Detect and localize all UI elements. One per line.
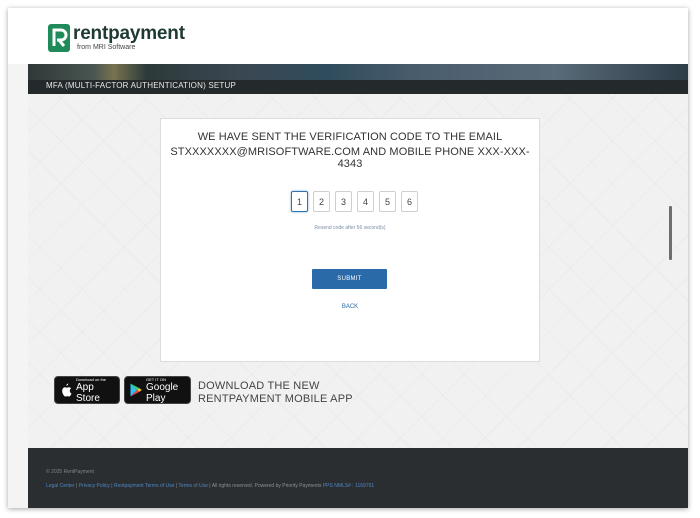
download-app-text: DOWNLOAD THE NEW RENTPAYMENT MOBILE APP [198,380,353,406]
rights-text: All rights reserved. Powered by Priority… [211,483,322,489]
privacy-policy-link[interactable]: Privacy Policy [79,483,110,489]
verification-message-line1: WE HAVE SENT THE VERIFICATION CODE TO TH… [197,131,503,143]
site-footer: © 2025 RentPayment Legal Center | Privac… [28,448,688,508]
otp-digit-3[interactable] [335,191,352,212]
scrollbar-thumb[interactable] [669,206,672,260]
otp-digit-1[interactable] [291,191,308,212]
google-play-icon [130,383,142,397]
brand-name: rentpayment [73,23,185,44]
rentpayment-logo-icon [48,24,70,52]
google-play-big-label: Google Play [146,381,179,404]
main-content: WE HAVE SENT THE VERIFICATION CODE TO TH… [28,94,688,448]
browser-frame: rentpayment from MRI Software MFA (MULTI… [8,8,688,508]
submit-button[interactable]: SUBMIT [312,269,387,289]
copyright-text: © 2025 RentPayment [46,469,94,475]
otp-digit-2[interactable] [313,191,330,212]
google-play-text: GET IT ON Google Play [146,377,190,404]
app-store-text: Download on the App Store [76,377,119,404]
legal-center-link[interactable]: Legal Center [46,483,75,489]
rentpayment-terms-link[interactable]: Rentpayment Terms of Use [114,483,175,489]
resend-timer-text: Resend code after 56 second(s) [314,225,386,231]
logo-text: rentpayment from MRI Software [73,24,185,51]
otp-digit-4[interactable] [357,191,374,212]
download-app-line1: DOWNLOAD THE NEW [198,380,320,392]
otp-input-group [291,191,423,212]
download-app-line2: RENTPAYMENT MOBILE APP [198,393,353,405]
terms-of-use-link[interactable]: Terms of Use [178,483,207,489]
back-link[interactable]: BACK [161,304,539,310]
app-store-big-label: App Store [76,381,100,404]
site-header: rentpayment from MRI Software [8,8,688,64]
brand-subtitle: from MRI Software [77,44,136,51]
google-play-badge[interactable]: GET IT ON Google Play [124,376,191,404]
rentpayment-logo[interactable]: rentpayment from MRI Software [48,24,185,52]
page-title-bar: MFA (MULTI-FACTOR AUTHENTICATION) SETUP [28,80,688,94]
apple-icon [62,383,72,397]
footer-links: Legal Center | Privacy Policy | Rentpaym… [46,483,374,489]
verification-card: WE HAVE SENT THE VERIFICATION CODE TO TH… [160,118,540,362]
verification-message-line2: STXXXXXXX@MRISOFTWARE.COM AND MOBILE PHO… [170,146,530,170]
page-title: MFA (MULTI-FACTOR AUTHENTICATION) SETUP [46,81,237,90]
app-store-badge[interactable]: Download on the App Store [54,376,120,404]
otp-digit-6[interactable] [401,191,418,212]
pps-nmls-link[interactable]: PPS NMLS# : 1169701 [323,483,374,489]
otp-digit-5[interactable] [379,191,396,212]
